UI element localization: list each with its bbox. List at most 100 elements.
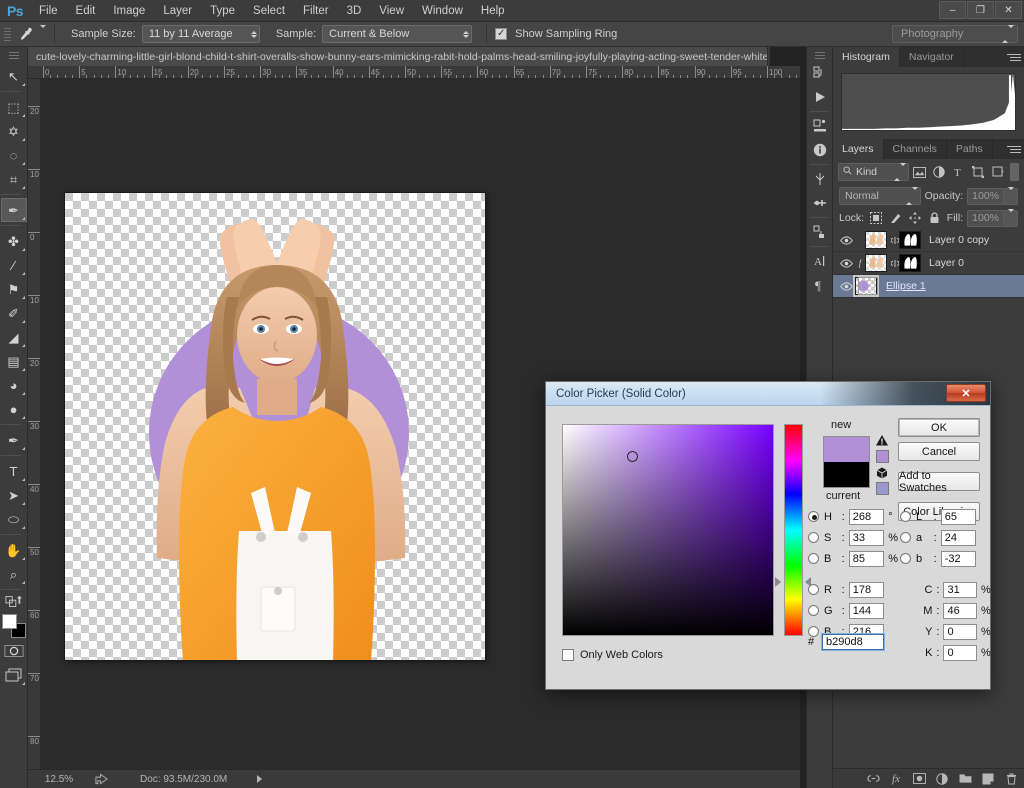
styles-icon[interactable]: [807, 191, 832, 215]
menu-3d[interactable]: 3D: [338, 0, 371, 22]
tab-navigator[interactable]: Navigator: [900, 47, 964, 67]
layer-thumbnail[interactable]: [865, 254, 887, 272]
workspace-select[interactable]: Photography: [892, 25, 1018, 43]
lock-all-icon[interactable]: [927, 210, 943, 227]
layer-row[interactable]: fLayer 0: [833, 252, 1024, 275]
filter-enable-toggle[interactable]: [1010, 163, 1019, 181]
menu-select[interactable]: Select: [244, 0, 294, 22]
lock-transparent-pixels-icon[interactable]: [868, 210, 884, 227]
tab-histogram[interactable]: Histogram: [833, 47, 900, 67]
document-tab[interactable]: cute-lovely-charming-little-girl-blond-c…: [28, 47, 768, 66]
layer-mask-thumbnail[interactable]: [858, 277, 878, 295]
hue-slider[interactable]: [784, 424, 803, 636]
layer-visibility-eye-icon[interactable]: [837, 259, 855, 268]
add-to-swatches-button[interactable]: Add to Swatches: [898, 472, 980, 491]
new-group-icon[interactable]: [958, 771, 972, 787]
status-menu-arrow-icon[interactable]: [257, 775, 262, 783]
b-radio[interactable]: [808, 553, 819, 564]
eraser-tool[interactable]: ◢: [1, 325, 27, 349]
menu-filter[interactable]: Filter: [294, 0, 338, 22]
horizontal-ruler[interactable]: 0510152025303540455055606570758085909510…: [28, 66, 800, 79]
clone-source-icon[interactable]: [807, 220, 832, 244]
blab-input[interactable]: -32: [941, 551, 976, 567]
paragraph-icon[interactable]: ¶: [807, 273, 832, 297]
hex-input[interactable]: b290d8: [822, 634, 884, 650]
color-compare-swatches[interactable]: [823, 436, 870, 488]
rrgb-input[interactable]: 178: [849, 582, 884, 598]
quick-selection-tool[interactable]: ◌: [1, 143, 27, 167]
rrgb-radio[interactable]: [808, 584, 819, 595]
only-web-colors-row[interactable]: Only Web Colors: [562, 649, 663, 661]
mask-link-icon[interactable]: [890, 259, 899, 268]
cancel-button[interactable]: Cancel: [898, 442, 980, 461]
vertical-ruler[interactable]: 201001020304050607080: [28, 79, 41, 769]
dialog-close-button[interactable]: ✕: [946, 384, 986, 402]
path-selection-tool[interactable]: ➤: [1, 483, 27, 507]
opacity-chevron-down-icon[interactable]: [1004, 188, 1018, 205]
layer-row[interactable]: Ellipse 1: [833, 275, 1024, 298]
character-icon[interactable]: A: [807, 249, 832, 273]
tab-paths[interactable]: Paths: [947, 139, 993, 159]
foreground-color-swatch[interactable]: [2, 614, 17, 629]
menu-help[interactable]: Help: [472, 0, 514, 22]
s-radio[interactable]: [808, 532, 819, 543]
layer-thumbnail[interactable]: [865, 231, 887, 249]
blur-tool[interactable]: ◕: [1, 373, 27, 397]
saturation-brightness-field[interactable]: [562, 424, 774, 636]
horizontal-type-tool[interactable]: T: [1, 459, 27, 483]
alab-input[interactable]: 24: [941, 530, 976, 546]
adjustments-icon[interactable]: [807, 167, 832, 191]
alab-radio[interactable]: [900, 532, 911, 543]
blab-radio[interactable]: [900, 553, 911, 564]
new-fill-adjustment-icon[interactable]: [935, 771, 949, 787]
filter-kind-select[interactable]: Kind: [838, 163, 909, 181]
s-input[interactable]: 33: [849, 530, 884, 546]
crop-tool[interactable]: ⌗: [1, 167, 27, 191]
zoom-tool[interactable]: ⌕: [1, 562, 27, 586]
layer-fx-indicator-icon[interactable]: f: [855, 258, 865, 268]
add-layer-mask-icon[interactable]: [912, 771, 926, 787]
h-radio[interactable]: [808, 511, 819, 522]
sample-select[interactable]: Current & Below: [322, 25, 472, 43]
kcmyk-input[interactable]: 0: [943, 645, 977, 661]
blend-mode-select[interactable]: Normal: [839, 187, 921, 205]
b-input[interactable]: 85: [849, 551, 884, 567]
panel-menu-icon[interactable]: [1007, 143, 1021, 155]
zoom-level[interactable]: 12.5%: [28, 774, 90, 785]
move-tool[interactable]: ↖: [1, 64, 27, 88]
color-picker-dialog[interactable]: Color Picker (Solid Color) ✕ new current: [545, 381, 991, 690]
ok-button[interactable]: OK: [898, 418, 980, 437]
foreground-background-colors[interactable]: [1, 613, 27, 639]
add-layer-style-icon[interactable]: fx: [889, 771, 903, 787]
layer-name[interactable]: Layer 0 copy: [929, 234, 989, 246]
actions-play-icon[interactable]: [807, 85, 832, 109]
show-sampling-ring-checkbox[interactable]: ✓: [495, 28, 507, 40]
hue-slider-left-arrow-icon[interactable]: [775, 577, 781, 587]
grgb-input[interactable]: 144: [849, 603, 884, 619]
llab-radio[interactable]: [900, 511, 911, 522]
menu-edit[interactable]: Edit: [67, 0, 105, 22]
artboard[interactable]: [65, 193, 485, 660]
layer-visibility-eye-icon[interactable]: [837, 282, 855, 291]
web-safe-swatch[interactable]: [876, 482, 889, 495]
gamut-warning-swatch[interactable]: [876, 450, 889, 463]
toolbar-grip[interactable]: [9, 50, 19, 60]
opacity-value[interactable]: 100%: [967, 188, 1004, 205]
swap-colors-icon[interactable]: [1, 593, 27, 611]
menu-image[interactable]: Image: [104, 0, 154, 22]
gradient-tool[interactable]: ▤: [1, 349, 27, 373]
panel-menu-icon[interactable]: [1007, 51, 1021, 63]
menu-layer[interactable]: Layer: [154, 0, 201, 22]
tool-preset-chevron-icon[interactable]: [40, 28, 46, 40]
hand-tool[interactable]: ✋: [1, 538, 27, 562]
ccmyk-input[interactable]: 31: [943, 582, 977, 598]
tab-layers[interactable]: Layers: [833, 139, 884, 159]
ellipse-tool[interactable]: ⬭: [1, 507, 27, 531]
menu-file[interactable]: File: [30, 0, 67, 22]
pen-tool[interactable]: ✒: [1, 428, 27, 452]
clone-stamp-tool[interactable]: ⚑: [1, 277, 27, 301]
fill-value[interactable]: 100%: [967, 210, 1004, 227]
quick-mask-icon[interactable]: [1, 639, 27, 663]
current-color-swatch[interactable]: [824, 462, 869, 487]
grgb-radio[interactable]: [808, 605, 819, 616]
